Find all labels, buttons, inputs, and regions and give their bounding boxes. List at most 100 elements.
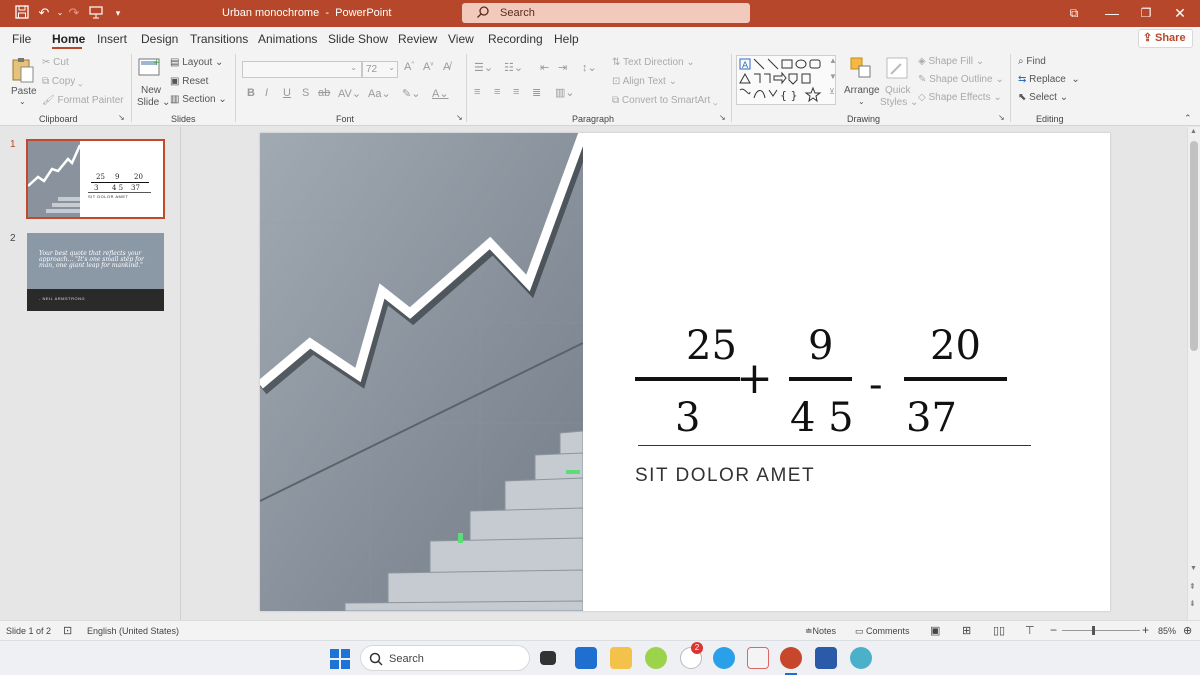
align-left-icon[interactable]: ≡ [474, 86, 480, 98]
tab-slide-show[interactable]: Slide Show [328, 32, 388, 46]
paragraph-launcher-icon[interactable]: ↘ [719, 113, 726, 122]
increase-font-icon[interactable]: A^ [404, 61, 414, 73]
previous-slide-icon[interactable]: ⇞ [1189, 582, 1196, 591]
save-icon[interactable] [14, 5, 30, 21]
slideshow-icon[interactable]: ⊤ [1025, 624, 1035, 637]
denominator-2[interactable]: 4 5 [790, 395, 854, 441]
slide-editor[interactable]: 25 3 + 9 4 5 - 20 37 SIT DOLOR AMET [260, 133, 1110, 611]
select-button[interactable]: ⬉ Select ⌄ [1018, 92, 1068, 103]
decrease-indent-icon[interactable]: ⇤ [540, 61, 549, 74]
font-launcher-icon[interactable]: ↘ [456, 113, 463, 122]
denominator-3[interactable]: 37 [906, 395, 957, 441]
line-spacing-icon[interactable]: ↕⌄ [582, 61, 597, 74]
fit-to-window-icon[interactable]: ⊕ [1183, 624, 1192, 637]
ribbon-display-icon[interactable]: ⧉ [1054, 0, 1094, 27]
zoom-out-icon[interactable]: − [1050, 623, 1057, 637]
tab-design[interactable]: Design [141, 32, 178, 46]
snipping-tool-icon[interactable] [747, 647, 769, 669]
font-size-combo[interactable]: 72 ⌄ [362, 61, 398, 78]
paste-dropdown-icon[interactable]: ⌄ [19, 97, 26, 106]
zalo-icon[interactable]: 2 [680, 642, 703, 669]
shapes-gallery[interactable]: A { } [736, 55, 836, 105]
bullets-icon[interactable]: ☰⌄ [474, 61, 493, 74]
font-color-icon[interactable]: A⌄ [432, 87, 449, 100]
drawing-launcher-icon[interactable]: ↘ [998, 113, 1005, 122]
text-direction-button[interactable]: ⇅ Text Direction ⌄ [612, 57, 695, 68]
justify-icon[interactable]: ≣ [532, 86, 541, 99]
accessibility-icon[interactable]: ⊡ [63, 624, 72, 637]
align-right-icon[interactable]: ≡ [513, 86, 519, 98]
cut-button[interactable]: ✂ Cut [42, 57, 69, 68]
tab-home[interactable]: Home [52, 32, 85, 46]
search-box[interactable]: Search [462, 3, 750, 23]
new-slide-button[interactable]: + New Slide ⌄ [137, 54, 170, 108]
zoom-slider[interactable] [1062, 626, 1140, 635]
taskbar-search[interactable]: Search [360, 645, 530, 671]
tab-insert[interactable]: Insert [97, 32, 127, 46]
task-view-icon[interactable] [540, 651, 556, 665]
format-painter-button[interactable]: 🖌 Format Painter [42, 95, 124, 106]
edge-icon[interactable] [713, 647, 735, 669]
shapes-scroll-down-icon[interactable]: ▼ [829, 72, 837, 81]
slide-thumbnail-1[interactable]: 25 3 9 4 5 20 37 SIT DOLOR AMET [26, 139, 165, 219]
scroll-up-icon[interactable]: ▲ [1190, 128, 1197, 135]
shape-outline-button[interactable]: ✎ Shape Outline ⌄ [918, 74, 1004, 85]
increase-indent-icon[interactable]: ⇥ [558, 61, 567, 74]
columns-icon[interactable]: ▥⌄ [555, 86, 575, 99]
word-icon[interactable] [815, 647, 837, 669]
strikethrough-icon[interactable]: ab [318, 87, 330, 99]
arrange-button[interactable]: Arrange ⌄ [842, 54, 880, 108]
powerpoint-icon[interactable] [780, 647, 802, 669]
shape-effects-button[interactable]: ◇ Shape Effects ⌄ [918, 92, 1002, 103]
start-button[interactable] [330, 649, 350, 669]
numbering-icon[interactable]: ☷⌄ [504, 61, 523, 74]
font-name-combo[interactable]: ⌄ [242, 61, 362, 78]
browser-icon[interactable] [850, 647, 872, 669]
collapse-ribbon-icon[interactable]: ⌃ [1184, 113, 1192, 124]
redo-icon[interactable]: ↷ [66, 5, 82, 21]
slide-subtitle[interactable]: SIT DOLOR AMET [635, 465, 815, 487]
tab-animations[interactable]: Animations [258, 32, 317, 46]
section-button[interactable]: ▥ Section ⌄ [170, 94, 227, 105]
underline-icon[interactable]: U [283, 87, 291, 99]
italic-icon[interactable]: I [265, 87, 268, 99]
tab-recording[interactable]: Recording [488, 32, 543, 46]
highlight-icon[interactable]: ✎⌄ [402, 87, 420, 100]
zoom-slider-thumb[interactable] [1092, 626, 1095, 635]
scrollbar-thumb[interactable] [1190, 141, 1198, 351]
align-center-icon[interactable]: ≡ [494, 86, 500, 98]
shape-fill-button[interactable]: ◈ Shape Fill ⌄ [918, 56, 984, 67]
shapes-scroll-up-icon[interactable]: ▲ [829, 56, 837, 65]
customize-toolbar-icon[interactable]: ▾ [110, 5, 126, 21]
align-text-button[interactable]: ⊡ Align Text ⌄ [612, 76, 677, 87]
paste-button[interactable]: Paste ⌄ [8, 54, 38, 108]
change-case-icon[interactable]: Aa⌄ [368, 87, 391, 100]
present-icon[interactable] [88, 5, 104, 21]
plus-operator[interactable]: + [736, 353, 773, 404]
tab-review[interactable]: Review [398, 32, 437, 46]
language-status[interactable]: English (United States) [87, 626, 179, 636]
zoom-in-icon[interactable]: + [1142, 623, 1149, 637]
vertical-scrollbar[interactable]: ▲ ▼ ⇞ ⇟ [1187, 127, 1200, 620]
close-button[interactable]: ✕ [1160, 0, 1200, 27]
character-spacing-icon[interactable]: AV⌄ [338, 87, 361, 100]
undo-icon[interactable]: ↶ [36, 5, 52, 21]
shapes-more-icon[interactable]: ⊻ [829, 87, 835, 96]
notes-button[interactable]: ≐Notes [805, 626, 836, 637]
convert-smartart-button[interactable]: ⧉ Convert to SmartArt ⌄ [612, 95, 718, 106]
file-explorer-icon[interactable] [610, 647, 632, 669]
numerator-2[interactable]: 9 [808, 323, 833, 369]
stairs-photo[interactable] [260, 133, 583, 611]
share-button[interactable]: ⇪ Share [1138, 29, 1193, 48]
clear-formatting-icon[interactable]: A̸ [443, 61, 450, 73]
tab-view[interactable]: View [448, 32, 474, 46]
tab-file[interactable]: File [12, 32, 31, 46]
next-slide-icon[interactable]: ⇟ [1189, 599, 1196, 608]
slide-sorter-icon[interactable]: ⊞ [962, 624, 971, 637]
denominator-1[interactable]: 3 [675, 395, 700, 441]
layout-button[interactable]: ▤ Layout ⌄ [170, 57, 223, 68]
reading-view-icon[interactable]: ▯▯ [993, 624, 1005, 637]
normal-view-icon[interactable]: ▣ [930, 624, 940, 637]
bold-icon[interactable]: B [247, 87, 255, 99]
app-icon[interactable] [645, 647, 667, 669]
